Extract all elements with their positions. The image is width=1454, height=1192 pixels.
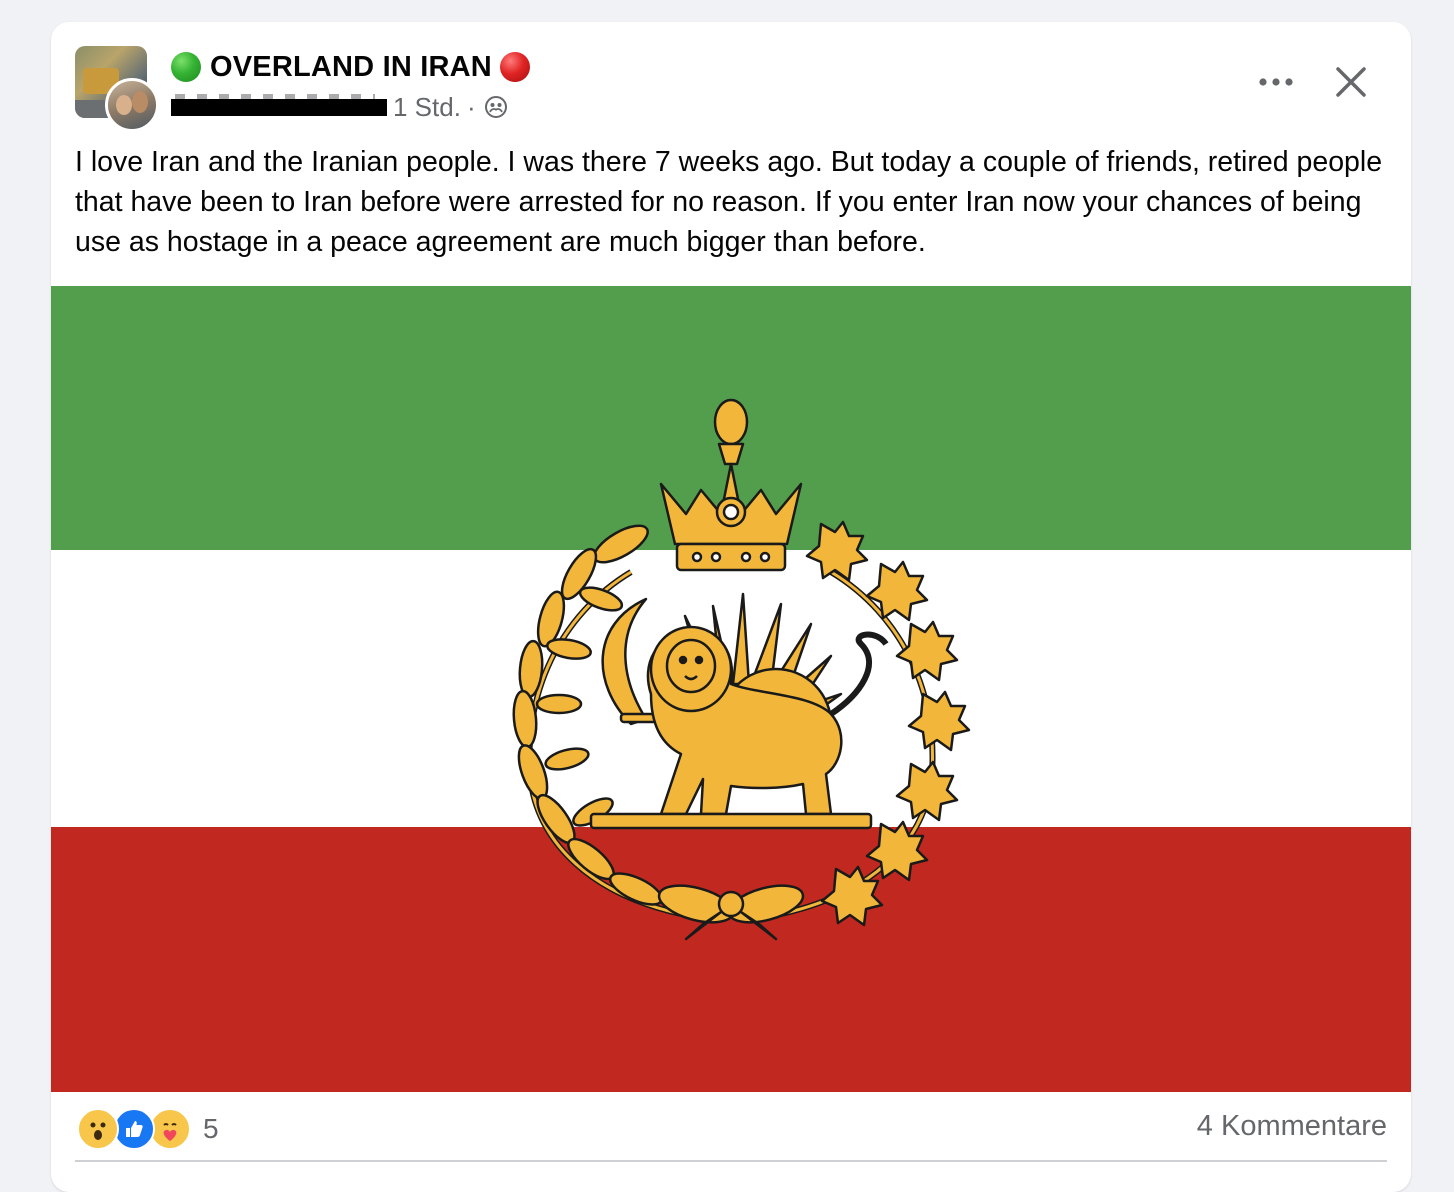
red-circle-emoji <box>499 52 530 82</box>
post-image[interactable] <box>51 286 1411 1092</box>
care-reaction-icon <box>149 1108 191 1150</box>
footer-divider <box>75 1160 1387 1162</box>
reaction-count: 5 <box>203 1113 219 1144</box>
redacted-author-name <box>171 93 387 116</box>
group-name-link[interactable]: OVERLAND IN IRAN <box>210 51 492 84</box>
post-card: OVERLAND IN IRAN 1 Std. · I love Iran an… <box>51 22 1411 1192</box>
post-meta: 1 Std. · <box>171 92 508 122</box>
wow-reaction-icon <box>77 1108 119 1150</box>
reactions-summary[interactable]: 5 <box>77 1108 219 1150</box>
comments-count-link[interactable]: 4 Kommentare <box>1197 1110 1387 1143</box>
more-options-button[interactable] <box>1255 64 1297 100</box>
meta-separator: · <box>466 91 476 122</box>
post-text: I love Iran and the Iranian people. I wa… <box>75 146 1383 258</box>
more-options-icon <box>1259 78 1293 86</box>
lion-and-sun-emblem-icon <box>512 398 971 941</box>
user-avatar[interactable] <box>105 78 159 132</box>
like-reaction-icon <box>113 1108 155 1150</box>
post-footer: 5 4 Kommentare <box>75 1104 1387 1154</box>
green-circle-emoji <box>171 52 201 82</box>
post-title-row: OVERLAND IN IRAN <box>171 50 530 84</box>
post-avatars[interactable] <box>75 46 159 132</box>
close-button[interactable] <box>1329 60 1373 104</box>
group-members-icon[interactable] <box>484 95 508 119</box>
close-icon <box>1336 67 1366 97</box>
post-time[interactable]: 1 Std. <box>393 92 461 123</box>
